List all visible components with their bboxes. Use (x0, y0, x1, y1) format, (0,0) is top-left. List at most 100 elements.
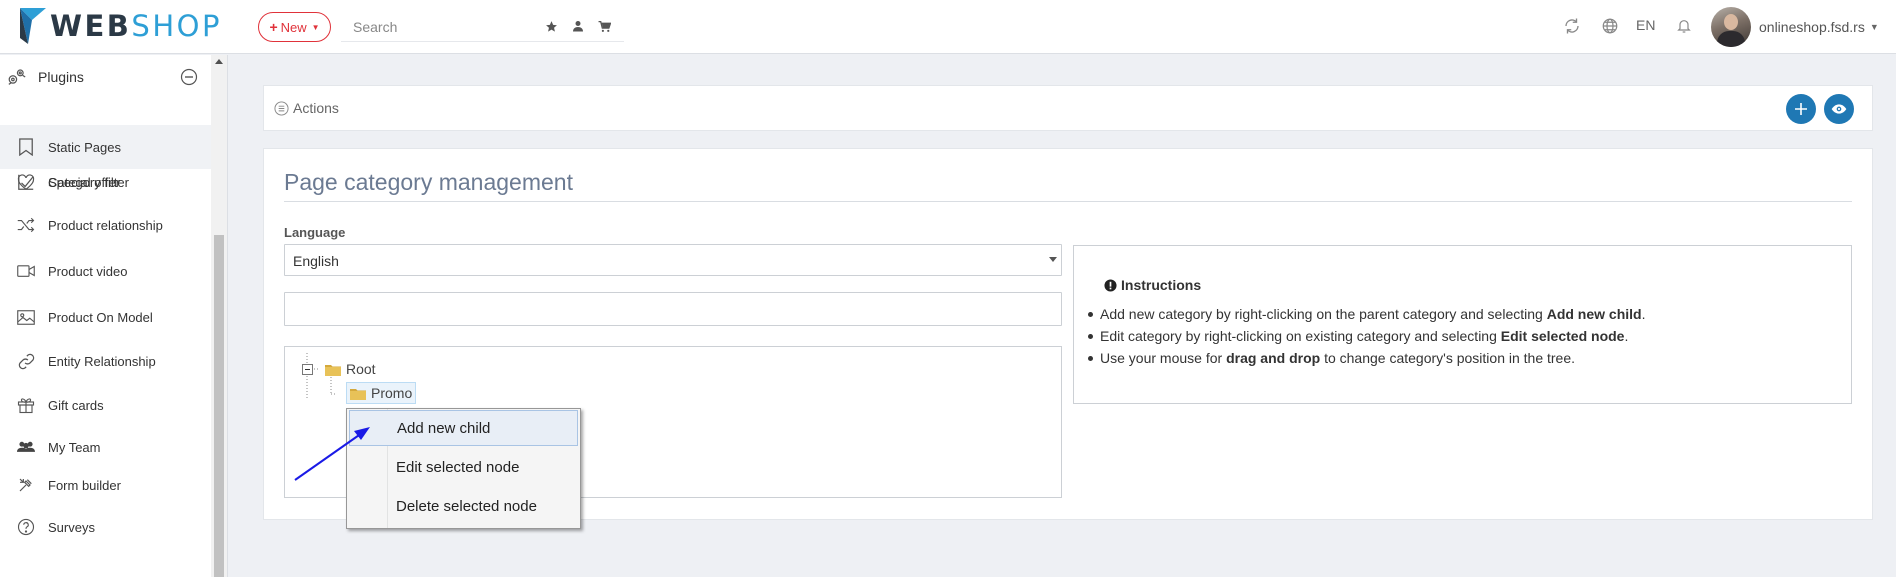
link-icon (16, 351, 36, 371)
tree-node-label: Root (346, 361, 376, 377)
sidebar-item-gift-cards[interactable]: Gift cards (0, 383, 211, 427)
bookmark-icon (16, 137, 36, 157)
sidebar-item-label: My Team (48, 439, 101, 455)
instruction-text: . (1624, 328, 1629, 344)
sidebar-item-label: Static Pages (48, 139, 121, 155)
instruction-emphasis: Edit selected node (1500, 328, 1625, 344)
context-menu-edit-selected-node[interactable]: Edit selected node (349, 449, 578, 485)
sidebar-section-plugins[interactable]: Plugins (0, 55, 211, 99)
actions-toggle[interactable]: Actions (274, 100, 339, 116)
webshop-logo[interactable]: WEBSHOP (20, 8, 222, 44)
instruction-item: Add new category by right-clicking on th… (1088, 303, 1645, 325)
new-button-label: New (280, 19, 307, 35)
sidebar-item-label: Form builder (48, 477, 121, 493)
search-bar (341, 12, 624, 42)
scroll-up-arrow-icon[interactable] (215, 59, 223, 64)
instruction-item: Edit category by right-clicking on exist… (1088, 325, 1645, 347)
plugins-icon (7, 67, 27, 87)
instruction-emphasis: drag and drop (1226, 350, 1321, 366)
new-button[interactable]: + New ▼ (258, 12, 331, 42)
user-icon[interactable] (570, 18, 586, 34)
language-select[interactable]: English (284, 244, 1062, 276)
user-name: onlineshop.fsd.rs (1759, 19, 1865, 35)
plus-icon (1795, 103, 1807, 115)
language-label: Language (284, 225, 346, 240)
instruction-text: . (1641, 306, 1646, 322)
shuffle-icon (16, 215, 36, 235)
actions-label: Actions (293, 100, 339, 116)
tree-search-input[interactable] (284, 292, 1062, 326)
chevron-down-icon: ▼ (1869, 22, 1879, 32)
sidebar-item-special-offer[interactable]: Special offer (0, 160, 211, 204)
gift-icon (16, 395, 36, 415)
context-menu-add-new-child[interactable]: Add new child (349, 410, 578, 446)
bell-icon[interactable] (1673, 15, 1695, 37)
sidebar-item-product-on-model[interactable]: Product On Model (0, 295, 211, 339)
exclamation-circle-icon (1104, 278, 1117, 292)
cart-icon[interactable] (596, 18, 612, 34)
tools-icon (16, 475, 36, 495)
users-icon (16, 437, 36, 457)
language-select-value: English (293, 253, 339, 269)
sidebar-item-product-relationship[interactable]: Product relationship (0, 203, 211, 247)
folder-icon (325, 364, 341, 376)
tree-node-promo[interactable]: Promo (346, 382, 417, 404)
sidebar-item-label: Product video (48, 263, 128, 279)
heart-icon (16, 172, 36, 192)
sidebar-item-form-builder[interactable]: Form builder (0, 463, 211, 507)
add-button[interactable] (1786, 94, 1816, 124)
logo-text-shop: SHOP (131, 8, 222, 43)
top-bar: WEBSHOP + New ▼ EN onlineshop.fsd.rs ▼ (0, 0, 1896, 54)
sidebar-scrollbar[interactable] (211, 55, 227, 577)
context-menu: Add new child Edit selected node Delete … (346, 408, 581, 529)
logo-flag-icon (20, 8, 46, 44)
logo-text-web: WEB (50, 8, 132, 43)
sidebar-section-label: Plugins (38, 69, 84, 85)
title-divider (284, 201, 1852, 202)
tree-collapse-toggle[interactable] (302, 364, 313, 375)
instructions-list: Add new category by right-clicking on th… (1088, 303, 1645, 369)
globe-icon[interactable] (1599, 15, 1621, 37)
logo-text: WEBSHOP (50, 8, 222, 43)
sidebar-item-product-video[interactable]: Product video (0, 249, 211, 293)
refresh-icon[interactable] (1561, 15, 1583, 37)
chevron-down-icon: ▼ (311, 22, 320, 32)
star-icon[interactable] (543, 18, 559, 34)
sidebar-item-label: Entity Relationship (48, 353, 156, 369)
preview-button[interactable] (1824, 94, 1854, 124)
sidebar-item-label: Special offer (48, 174, 121, 190)
avatar (1711, 7, 1751, 47)
sidebar-item-entity-relationship[interactable]: Entity Relationship (0, 339, 211, 383)
search-input[interactable] (353, 17, 543, 37)
language-switcher[interactable]: EN (1636, 17, 1655, 33)
instruction-text: Edit category by right-clicking on exist… (1100, 328, 1501, 344)
instruction-text: Use your mouse for (1100, 350, 1227, 366)
video-icon (16, 261, 36, 281)
sidebar-item-label: Product On Model (48, 309, 153, 325)
sidebar-item-label: Product relationship (48, 217, 163, 233)
sidebar-item-surveys[interactable]: Surveys (0, 505, 211, 549)
context-menu-item-label: Edit selected node (396, 458, 520, 476)
scrollbar-thumb[interactable] (214, 235, 224, 577)
sidebar-item-label: Gift cards (48, 397, 104, 413)
sidebar: Plugins Category filter Static Pages Spe… (0, 55, 228, 577)
question-icon (16, 517, 36, 537)
instructions-title-text: Instructions (1121, 277, 1202, 293)
instruction-text: Add new category by right-clicking on th… (1100, 306, 1547, 322)
eye-icon (1831, 104, 1847, 114)
instruction-emphasis: Add new child (1546, 306, 1642, 322)
dropdown-arrow-icon (1049, 257, 1057, 262)
list-circle-icon (274, 100, 289, 116)
actions-bar: Actions (263, 85, 1873, 131)
context-menu-item-label: Delete selected node (396, 497, 537, 515)
sidebar-item-label: Surveys (48, 519, 95, 535)
collapse-icon[interactable] (180, 68, 198, 86)
user-menu[interactable]: onlineshop.fsd.rs ▼ (1711, 7, 1879, 47)
plus-icon: + (269, 19, 278, 35)
page-title: Page category management (284, 169, 573, 195)
sidebar-list: Plugins Category filter Static Pages Spe… (0, 55, 211, 577)
tree-node-root[interactable]: Root (322, 358, 379, 380)
context-menu-item-label: Add new child (397, 419, 491, 437)
instructions-title: Instructions (1104, 277, 1201, 293)
context-menu-delete-selected-node[interactable]: Delete selected node (349, 488, 578, 524)
